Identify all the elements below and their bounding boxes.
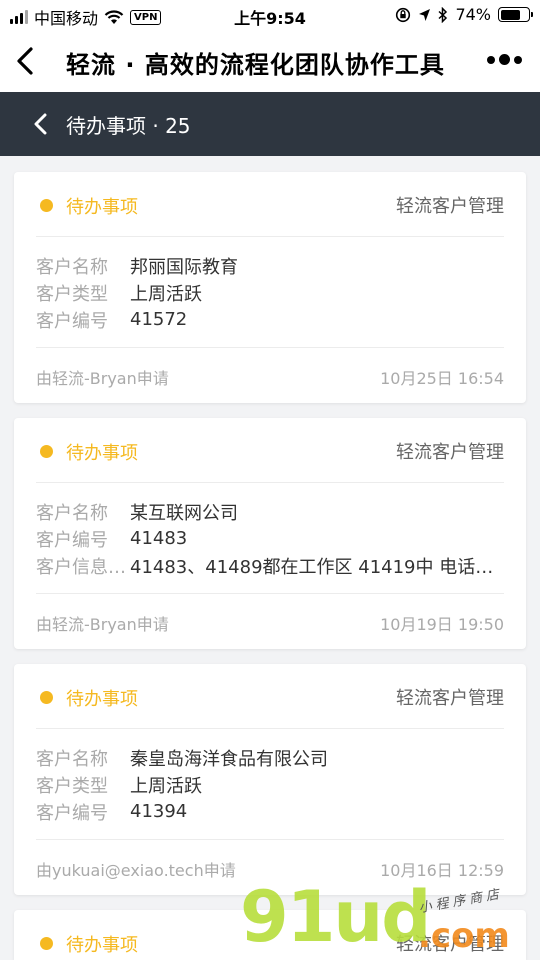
todo-card[interactable]: 待办事项 轻流客户管理 客户名称 秦皇岛海洋食品有限公司 客户类型 上周活跃 客… [14,664,526,895]
more-icon-dot [499,54,510,65]
field-label: 客户名称 [36,256,108,278]
applicant: 由轻流-Bryan申请 [36,615,169,634]
todo-card[interactable]: 待办事项 轻流客户管理 [14,910,526,960]
field-value: 上周活跃 [130,775,202,797]
field-value: 41483、41489都在工作区 41419中 电话联… [130,556,504,578]
card-footer: 由yukuai@exiao.tech申请 10月16日 12:59 [36,839,504,895]
field-row: 客户名称 某互联网公司 [36,498,504,525]
app-name: 轻流客户管理 [396,442,504,463]
card-header: 待办事项 轻流客户管理 [14,172,526,236]
back-arrow-icon [34,113,47,135]
divider [36,728,504,729]
divider [36,236,504,237]
todo-card[interactable]: 待办事项 轻流客户管理 客户名称 邦丽国际教育 客户类型 上周活跃 客户编号 4… [14,172,526,403]
status-label: 待办事项 [66,197,138,218]
card-footer: 由轻流-Bryan申请 10月19日 19:50 [36,593,504,649]
card-fields: 客户名称 邦丽国际教育 客户类型 上周活跃 客户编号 41572 [36,252,504,333]
field-row: 客户类型 上周活跃 [36,771,504,798]
field-value: 秦皇岛海洋食品有限公司 [130,748,328,770]
timestamp: 10月16日 12:59 [380,861,504,880]
back-arrow-icon [17,47,33,75]
field-row: 客户名称 邦丽国际教育 [36,252,504,279]
field-value: 41572 [130,309,188,330]
status-label: 待办事项 [66,689,138,710]
field-label: 客户名称 [36,748,108,770]
status-label: 待办事项 [66,935,138,956]
field-row: 客户名称 秦皇岛海洋食品有限公司 [36,744,504,771]
app-name: 轻流客户管理 [396,196,504,217]
nav-back-button[interactable] [12,44,38,78]
applicant: 由yukuai@exiao.tech申请 [36,861,236,880]
timestamp: 10月25日 16:54 [380,369,504,388]
status-dot-icon [40,199,53,212]
field-label: 客户类型 [36,775,108,797]
card-fields: 客户名称 某互联网公司 客户编号 41483 客户信息… 41483、41489… [36,498,504,579]
card-footer: 由轻流-Bryan申请 10月25日 16:54 [36,347,504,403]
card-fields: 客户名称 秦皇岛海洋食品有限公司 客户类型 上周活跃 客户编号 41394 [36,744,504,825]
field-label: 客户编号 [36,310,108,332]
more-icon [487,55,495,64]
field-row: 客户类型 上周活跃 [36,279,504,306]
field-value: 41483 [130,528,188,549]
more-button[interactable] [487,54,522,65]
card-header: 待办事项 轻流客户管理 [14,664,526,728]
battery-icon [498,7,533,22]
status-dot-icon [40,691,53,704]
location-icon [419,8,431,21]
status-right: 74% [395,5,533,24]
list-back-button[interactable] [32,112,50,136]
field-label: 客户信息… [36,556,126,578]
field-label: 客户类型 [36,283,108,305]
field-label: 客户编号 [36,529,108,551]
todo-card[interactable]: 待办事项 轻流客户管理 客户名称 某互联网公司 客户编号 41483 客户信息…… [14,418,526,649]
battery-level [500,9,521,20]
card-header: 待办事项 轻流客户管理 [14,418,526,482]
field-row: 客户编号 41572 [36,306,504,333]
field-row: 客户编号 41483 [36,525,504,552]
page-title: 轻流 · 高效的流程化团队协作工具 [66,51,445,79]
field-value: 某互联网公司 [130,502,238,524]
field-label: 客户编号 [36,802,108,824]
divider [36,482,504,483]
nav-bar: 轻流 · 高效的流程化团队协作工具 [0,30,540,92]
status-bar: 中国移动 VPN 上午9:54 74% [0,0,540,30]
app-name: 轻流客户管理 [396,934,504,955]
app-name: 轻流客户管理 [396,688,504,709]
list-header: 待办事项 · 25 [0,92,540,156]
list-title: 待办事项 · 25 [66,114,191,138]
status-dot-icon [40,937,53,950]
field-value: 上周活跃 [130,283,202,305]
lock-rotation-icon [396,7,411,22]
status-label: 待办事项 [66,443,138,464]
status-dot-icon [40,445,53,458]
bluetooth-icon [438,6,448,23]
field-row: 客户编号 41394 [36,798,504,825]
more-icon-dot [514,55,522,64]
field-value: 41394 [130,801,188,822]
field-value: 邦丽国际教育 [130,256,238,278]
timestamp: 10月19日 19:50 [380,615,504,634]
applicant: 由轻流-Bryan申请 [36,369,169,388]
card-header: 待办事项 轻流客户管理 [14,910,526,960]
field-label: 客户名称 [36,502,108,524]
field-row: 客户信息… 41483、41489都在工作区 41419中 电话联… [36,552,504,579]
battery-percent: 74% [455,5,491,24]
